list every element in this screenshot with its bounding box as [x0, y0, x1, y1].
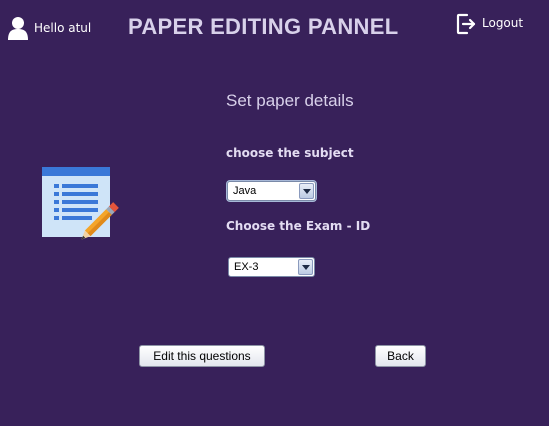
user-greeting: Hello atul — [8, 16, 91, 40]
logout-button[interactable]: Logout — [456, 13, 523, 35]
subject-dropdown-arrow[interactable] — [299, 183, 314, 199]
exam-id-selected-value: EX-3 — [234, 261, 259, 273]
subject-selected-value: Java — [233, 185, 257, 197]
chevron-down-icon — [301, 264, 310, 270]
greeting-text: Hello atul — [34, 21, 92, 35]
page-title: PAPER EDITING PANNEL — [128, 14, 399, 39]
section-title: Set paper details — [226, 91, 354, 110]
exam-id-label: Choose the Exam - ID — [226, 219, 371, 233]
subject-select[interactable]: Java — [227, 181, 316, 201]
logout-icon — [456, 13, 476, 35]
exam-id-select[interactable]: EX-3 — [228, 257, 315, 277]
document-with-pencil-icon — [42, 167, 119, 240]
user-icon — [8, 17, 28, 40]
edit-questions-button[interactable]: Edit this questions — [139, 345, 265, 367]
logout-label: Logout — [482, 16, 524, 30]
back-button[interactable]: Back — [375, 345, 426, 367]
subject-label: choose the subject — [226, 146, 354, 160]
exam-id-dropdown-arrow[interactable] — [298, 259, 313, 275]
chevron-down-icon — [302, 188, 311, 194]
